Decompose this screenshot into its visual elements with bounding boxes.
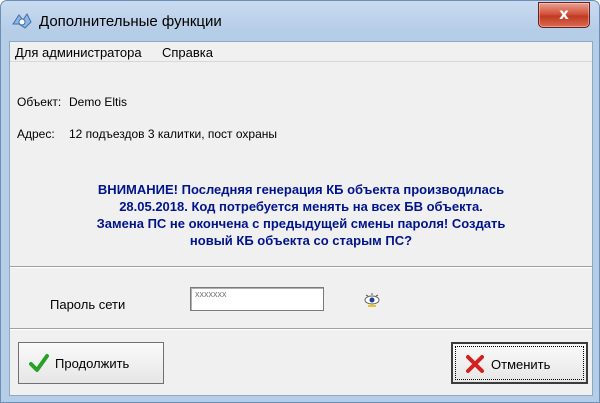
checkmark-icon [29, 354, 49, 372]
window-title: Дополнительные функции [39, 13, 222, 30]
title-bar[interactable]: Дополнительные функции x [1, 1, 599, 41]
continue-button[interactable]: Продолжить [18, 342, 164, 384]
cancel-button[interactable]: Отменить [451, 342, 588, 384]
address-value: 12 подъездов 3 калитки, пост охраны [69, 127, 278, 141]
warning-message: ВНИМАНИЕ! Последняя генерация КБ объекта… [18, 181, 584, 249]
divider [10, 328, 592, 330]
cancel-label: Отменить [491, 357, 551, 372]
address-label: Адрес: [17, 127, 55, 141]
object-label: Объект: [17, 95, 62, 109]
dialog-window: Дополнительные функции x Для администрат… [0, 0, 600, 403]
dialog-body: Для администратора Справка Объект: Demo … [9, 41, 593, 396]
close-button[interactable]: x [538, 2, 590, 28]
object-value: Demo Eltis [69, 95, 128, 109]
warning-line: Замена ПС не окончена с предыдущей смены… [96, 216, 506, 231]
warning-line: 28.05.2018. Код потребуется менять на вс… [119, 199, 483, 214]
cross-icon [466, 355, 484, 373]
continue-label: Продолжить [55, 356, 130, 371]
warning-line: ВНИМАНИЕ! Последняя генерация КБ объекта… [97, 182, 505, 197]
menu-help[interactable]: Справка [162, 45, 213, 60]
menu-bar: Для администратора Справка [10, 42, 592, 62]
app-icon [12, 13, 32, 29]
close-icon: x [559, 5, 569, 23]
divider [10, 266, 592, 268]
menu-admin[interactable]: Для администратора [15, 45, 142, 60]
show-password-icon[interactable] [362, 290, 382, 308]
password-label: Пароль сети [50, 297, 126, 312]
warning-line: новый КБ объекта со старым ПС? [189, 233, 413, 248]
password-input[interactable] [190, 287, 324, 311]
